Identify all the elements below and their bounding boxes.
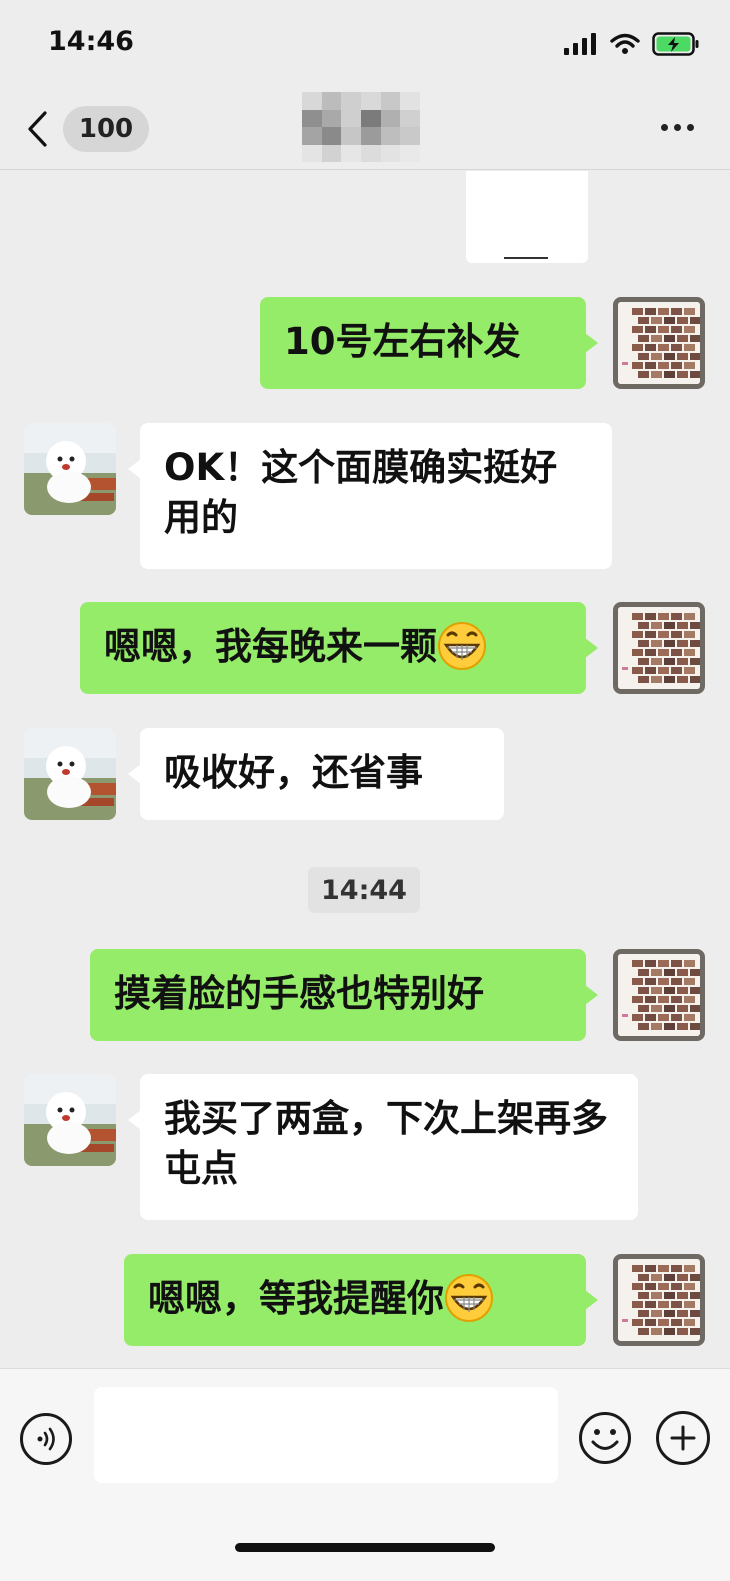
chat-title-pixelated [302,92,420,162]
status-bar: 14:46 [0,0,730,88]
message-text: OK！这个面膜确实挺好用的 [164,446,558,539]
more-options-button[interactable] [661,112,694,142]
my-avatar[interactable] [613,1254,705,1346]
my-avatar[interactable] [613,297,705,389]
home-indicator [235,1543,495,1552]
message-input[interactable] [94,1387,558,1483]
my-avatar[interactable] [613,949,705,1041]
battery-icon [652,32,699,56]
message-text: 10号左右补发 [284,320,521,363]
unread-count-badge[interactable]: 100 [63,106,149,152]
message-bubble-sent[interactable]: 10号左右补发 [260,297,598,389]
message-text: 吸收好，还省事 [164,751,423,794]
contact-avatar[interactable] [24,1074,116,1166]
message-text: 嗯嗯，等我提醒你 [148,1277,444,1320]
input-bar [0,1368,730,1581]
chat-header: 100 [0,88,730,170]
grinning-emoji-icon [445,1273,493,1322]
grinning-emoji-icon [438,621,486,670]
plus-icon [670,1425,696,1451]
message-bubble-received[interactable]: OK！这个面膜确实挺好用的 [128,423,612,569]
message-bubble-sent[interactable]: 嗯嗯，等我提醒你 [124,1254,598,1346]
back-button[interactable] [26,104,56,154]
emoji-button[interactable] [578,1411,632,1465]
message-bubble-received[interactable]: 吸收好，还省事 [128,728,504,820]
message-bubble-sent[interactable]: 嗯嗯，我每晚来一颗 [80,602,598,694]
message-timestamp: 14:44 [308,867,420,913]
more-dots-icon [661,123,668,131]
message-text: 摸着脸的手感也特别好 [114,972,484,1015]
message-list[interactable]: 10号左右补发 OK！这个面膜确实挺好用的 嗯嗯，我每晚来一颗 吸收好，还省事 … [0,171,730,1368]
more-functions-button[interactable] [656,1411,710,1465]
voice-button[interactable] [20,1413,72,1465]
message-text: 我买了两盒，下次上架再多屯点 [164,1097,608,1190]
contact-avatar[interactable] [24,423,116,515]
message-bubble-received[interactable]: 我买了两盒，下次上架再多屯点 [128,1074,638,1220]
chevron-left-icon [28,111,47,147]
message-text: 嗯嗯，我每晚来一颗 [104,625,437,668]
partial-message-card[interactable] [466,171,588,263]
status-icons [564,32,700,56]
voice-icon [37,1427,55,1451]
contact-avatar[interactable] [24,728,116,820]
signal-icon [564,33,596,55]
wifi-icon [610,33,640,54]
message-bubble-sent[interactable]: 摸着脸的手感也特别好 [90,949,598,1041]
my-avatar[interactable] [613,602,705,694]
status-time: 14:46 [48,26,134,57]
